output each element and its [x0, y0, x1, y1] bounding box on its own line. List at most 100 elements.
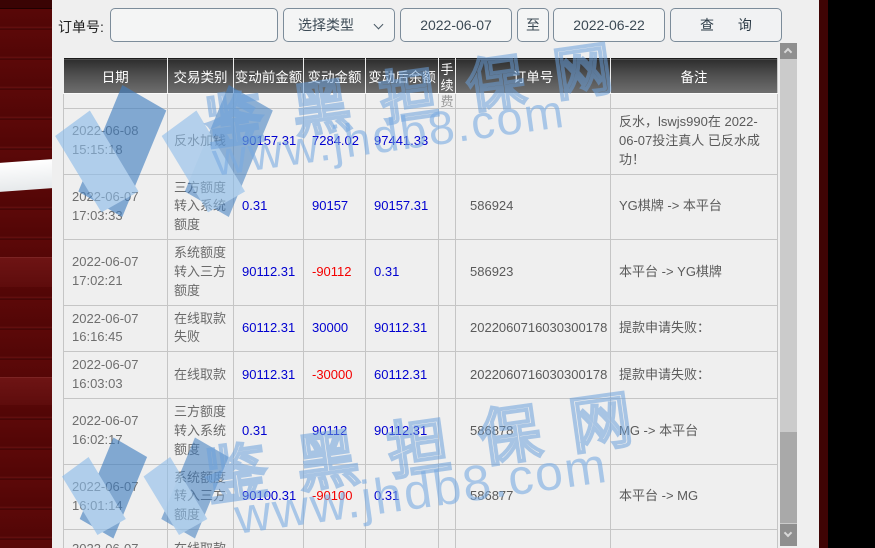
header-change-amount: 变动金额 — [304, 59, 366, 94]
table-header-row: 日期 交易类别 变动前金额 变动金额 变动后余额 手续费 订单号 备注 — [64, 59, 778, 94]
cell-after-balance: 0.31 — [366, 464, 439, 530]
chevron-down-icon — [374, 20, 384, 30]
cell-order-no: 586924 — [456, 174, 611, 240]
cell-before-amount: 90100.31 — [234, 464, 304, 530]
date-from-input[interactable]: 2022-06-07 — [400, 8, 512, 42]
table-row: 2022-06-0815:15:18 反水加钱 90157.31 7284.02… — [64, 109, 778, 175]
cell-change-amount: 90157 — [304, 174, 366, 240]
scrollbar-thumb[interactable] — [780, 432, 797, 523]
scroll-up-button[interactable] — [780, 43, 797, 59]
chevron-down-icon — [784, 529, 792, 537]
table-row: 2022-06-0717:02:21 系统额度转入三方额度 90112.31 -… — [64, 240, 778, 306]
header-after-balance: 变动后余额 — [366, 59, 439, 94]
cell-fee — [439, 240, 456, 306]
cell-order-no: 586923 — [456, 240, 611, 306]
cell-change-amount: -30000 — [304, 352, 366, 399]
cell-date: 2022-06-0715:37:06 — [64, 530, 168, 548]
cell-order-no: 586878 — [456, 398, 611, 464]
cell-change-amount: -90112 — [304, 240, 366, 306]
cell-remark: 反水，lswjs990在 2022-06-07投注真人 已反水成功！ — [611, 109, 778, 175]
cell-before-amount: 60112.31 — [234, 305, 304, 352]
sidebar-item-highlight-2[interactable] — [0, 377, 52, 405]
cell-before-amount: 0.31 — [234, 530, 304, 548]
cell-after-balance: 97441.33 — [366, 109, 439, 175]
cell-remark: YG棋牌 -> 本平台 — [611, 174, 778, 240]
cell-before-amount: 90112.31 — [234, 352, 304, 399]
cell-remark: 提款申请失败： — [611, 305, 778, 352]
header-remark: 备注 — [611, 59, 778, 94]
scroll-down-button[interactable] — [780, 524, 797, 546]
cell-after-balance: 90112.31 — [366, 305, 439, 352]
cell-order-no: 2022060715213900167 — [456, 530, 611, 548]
cell-after-balance: 90157.31 — [366, 174, 439, 240]
cell-transaction-type: 在线取款失败 — [168, 530, 234, 548]
cell-date: 2022-06-0717:02:21 — [64, 240, 168, 306]
table-row: 2022-06-0716:02:17 三方额度转入系统额度 0.31 90112… — [64, 398, 778, 464]
cell-date: 2022-06-0716:16:45 — [64, 305, 168, 352]
transactions-table-wrap: 日期 交易类别 变动前金额 变动金额 变动后余额 手续费 订单号 备注 2022… — [63, 58, 778, 548]
query-button[interactable]: 查 询 — [670, 8, 782, 42]
cell-after-balance: 90112.31 — [366, 398, 439, 464]
right-red-strip — [819, 0, 828, 548]
clipped-row — [64, 94, 778, 109]
cell-remark: MG -> 本平台 — [611, 398, 778, 464]
header-date: 日期 — [64, 59, 168, 94]
table-row: 2022-06-0715:37:06 在线取款失败 0.31 90100 901… — [64, 530, 778, 548]
cell-remark: 本平台 -> MG — [611, 464, 778, 530]
cell-change-amount: 90112 — [304, 398, 366, 464]
cell-before-amount: 90112.31 — [234, 240, 304, 306]
cell-fee — [439, 305, 456, 352]
cell-order-no: 2022060716030300178 — [456, 305, 611, 352]
cell-date: 2022-06-0716:02:17 — [64, 398, 168, 464]
header-type: 交易类别 — [168, 59, 234, 94]
header-order-no: 订单号 — [456, 59, 611, 94]
cell-after-balance: 90100.31 — [366, 530, 439, 548]
page: 订单号: 选择类型 2022-06-07 至 2022-06-22 查 询 日期… — [0, 0, 875, 548]
cell-fee — [439, 174, 456, 240]
cell-remark: 提款申请失败： — [611, 530, 778, 548]
cell-order-no — [456, 109, 611, 175]
cell-change-amount: 30000 — [304, 305, 366, 352]
order-no-input[interactable] — [110, 8, 278, 42]
filter-form: 订单号: 选择类型 2022-06-07 至 2022-06-22 查 询 — [0, 0, 820, 50]
table-row: 2022-06-0716:16:45 在线取款失败 60112.31 30000… — [64, 305, 778, 352]
cell-fee — [439, 352, 456, 399]
cell-transaction-type: 系统额度转入三方额度 — [168, 464, 234, 530]
cell-transaction-type: 三方额度转入系统额度 — [168, 174, 234, 240]
cell-change-amount: 90100 — [304, 530, 366, 548]
cell-transaction-type: 三方额度转入系统额度 — [168, 398, 234, 464]
sidebar-menu[interactable] — [0, 0, 52, 548]
type-select-value: 选择类型 — [298, 17, 354, 33]
cell-change-amount: 7284.02 — [304, 109, 366, 175]
cell-order-no: 586877 — [456, 464, 611, 530]
cell-after-balance: 0.31 — [366, 240, 439, 306]
date-to-input[interactable]: 2022-06-22 — [553, 8, 665, 42]
cell-transaction-type: 系统额度转入三方额度 — [168, 240, 234, 306]
cell-remark: 提款申请失败： — [611, 352, 778, 399]
vertical-scrollbar[interactable] — [780, 43, 797, 546]
cell-change-amount: -90100 — [304, 464, 366, 530]
cell-fee — [439, 530, 456, 548]
date-to-separator: 至 — [517, 8, 549, 42]
type-select[interactable]: 选择类型 — [283, 8, 395, 42]
transactions-table: 日期 交易类别 变动前金额 变动金额 变动后余额 手续费 订单号 备注 2022… — [63, 58, 778, 548]
cell-transaction-type: 在线取款 — [168, 352, 234, 399]
cell-date: 2022-06-0815:15:18 — [64, 109, 168, 175]
cell-order-no: 2022060716030300178 — [456, 352, 611, 399]
cell-fee — [439, 464, 456, 530]
table-row: 2022-06-0716:01:14 系统额度转入三方额度 90100.31 -… — [64, 464, 778, 530]
cell-date: 2022-06-0716:01:14 — [64, 464, 168, 530]
cell-date: 2022-06-0717:03:33 — [64, 174, 168, 240]
sidebar-item-highlight-1[interactable] — [0, 257, 52, 287]
cell-fee — [439, 398, 456, 464]
cell-transaction-type: 反水加钱 — [168, 109, 234, 175]
table-row: 2022-06-0716:03:03 在线取款 90112.31 -30000 … — [64, 352, 778, 399]
header-fee: 手续费 — [439, 59, 456, 94]
cell-before-amount: 0.31 — [234, 398, 304, 464]
sidebar-item-active[interactable] — [0, 159, 52, 192]
cell-before-amount: 90157.31 — [234, 109, 304, 175]
header-before-amount: 变动前金额 — [234, 59, 304, 94]
table-row: 2022-06-0717:03:33 三方额度转入系统额度 0.31 90157… — [64, 174, 778, 240]
cell-remark: 本平台 -> YG棋牌 — [611, 240, 778, 306]
cell-after-balance: 60112.31 — [366, 352, 439, 399]
